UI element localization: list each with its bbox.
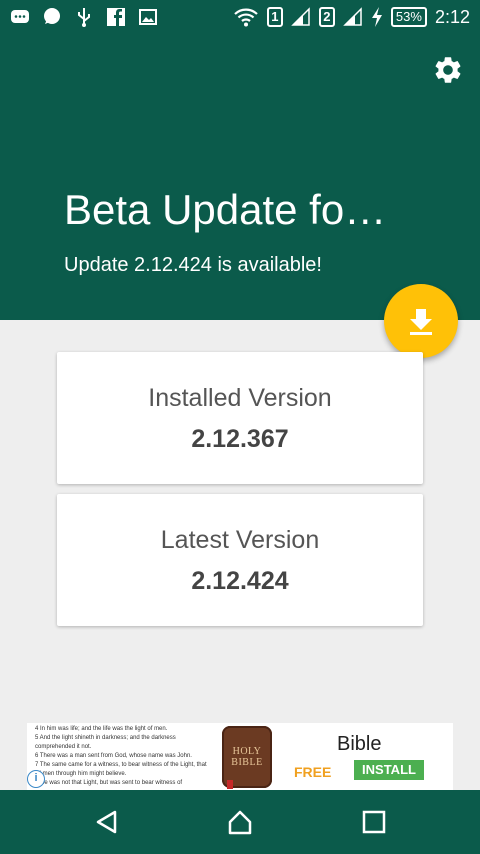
banner-ad[interactable]: 4 In him was life; and the life was the …: [27, 723, 453, 790]
usb-icon: [78, 8, 90, 27]
signal-icon: [291, 7, 310, 26]
latest-version-value: 2.12.424: [191, 567, 289, 595]
page-title: Beta Update fo…: [64, 186, 387, 233]
back-triangle-icon[interactable]: [93, 808, 121, 836]
chat-bubble-icon: [44, 8, 60, 24]
status-bar: 1 2 53% 2:12: [0, 0, 480, 34]
app-header: Beta Update fo… Update 2.12.424 is avail…: [0, 34, 480, 320]
installed-version-value: 2.12.367: [191, 425, 289, 453]
recents-square-icon[interactable]: [360, 808, 388, 836]
ad-info-icon[interactable]: i: [27, 770, 45, 788]
messaging-icon: [11, 10, 29, 23]
notification-icons: [10, 7, 158, 27]
ad-scripture-line: 8 He was not that Light, but was sent to…: [35, 780, 183, 786]
ad-price-label: FREE: [294, 764, 332, 780]
ad-scripture-line: 6 There was a man sent from God, whose n…: [35, 753, 192, 759]
facebook-icon: [107, 8, 125, 26]
update-available-text: Update 2.12.424 is available!: [64, 254, 322, 276]
clock: 2:12: [434, 6, 470, 27]
bible-app-icon: HOLY BIBLE: [222, 726, 272, 788]
ad-app-title: Bible: [337, 733, 382, 755]
book-title-line: BIBLE: [231, 757, 263, 768]
download-button[interactable]: [384, 284, 458, 358]
wifi-icon: [234, 8, 258, 27]
ad-scripture-line: 4 In him was life; and the life was the …: [35, 726, 168, 732]
battery-percent: 53%: [390, 7, 427, 27]
bookmark-ribbon-icon: [227, 780, 233, 789]
gear-icon[interactable]: [432, 54, 464, 86]
ad-scripture-line: 5 And the light shineth in darkness; and…: [35, 735, 176, 750]
home-icon[interactable]: [226, 808, 254, 836]
signal-icon: [343, 7, 362, 26]
sim2-indicator: 2: [318, 7, 335, 27]
ad-scripture-line: 7 The same came for a witness, to bear w…: [35, 762, 207, 777]
image-icon: [139, 9, 157, 25]
ad-scripture-text: 4 In him was life; and the life was the …: [35, 725, 213, 788]
download-icon: [410, 309, 432, 335]
ad-install-button[interactable]: INSTALL: [354, 760, 424, 780]
sim1-indicator: 1: [266, 7, 283, 27]
system-icons: 1 2 53% 2:12: [233, 6, 470, 28]
navigation-bar: [0, 790, 480, 854]
book-title-line: HOLY: [232, 746, 262, 757]
latest-version-card: Latest Version 2.12.424: [57, 494, 423, 626]
installed-version-card: Installed Version 2.12.367: [57, 352, 423, 484]
installed-version-label: Installed Version: [148, 384, 332, 412]
charging-icon: [371, 7, 382, 27]
latest-version-label: Latest Version: [160, 526, 320, 554]
